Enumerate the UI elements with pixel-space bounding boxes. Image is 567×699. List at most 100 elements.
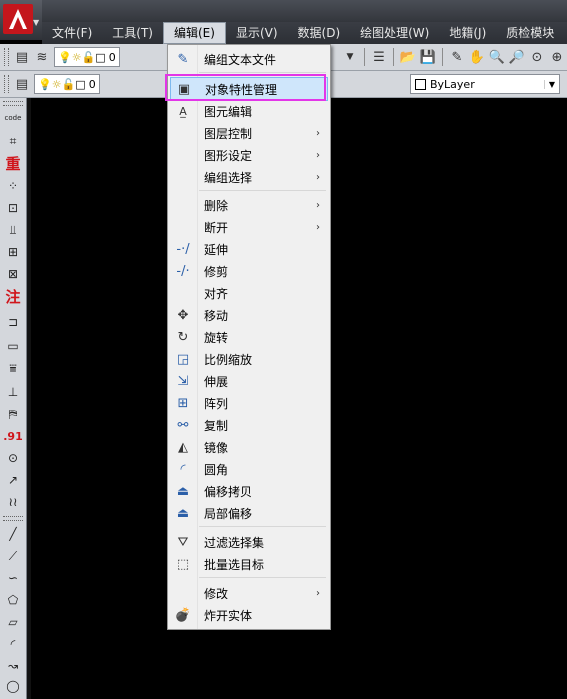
layer-manager-icon[interactable]: ▤ — [13, 75, 31, 93]
menu-file[interactable]: 文件(F) — [42, 23, 102, 43]
menu-item-partial-offset[interactable]: ⏏ 局部偏移 — [170, 502, 328, 524]
menu-item-drawing-settings[interactable]: 图形设定 › — [170, 144, 328, 166]
curve-icon[interactable]: ∽ — [2, 568, 24, 588]
zoom-window-icon[interactable]: 🔎 — [508, 48, 526, 66]
color-control-dropdown[interactable]: ByLayer ▼ — [410, 74, 560, 94]
stretch-icon: ⇲ — [177, 373, 189, 389]
menu-item-stretch[interactable]: ⇲ 伸展 — [170, 370, 328, 392]
flag-icon[interactable]: ⛿ — [2, 404, 24, 424]
wave-icon[interactable]: ≀≀ — [2, 492, 24, 512]
application-menu-button[interactable]: ▼ — [0, 0, 43, 40]
app-logo-icon — [3, 4, 33, 34]
menu-item-rotate[interactable]: ↻ 旋转 — [170, 326, 328, 348]
layer-control-1[interactable]: 💡 ☼ 🔓 □ 0 — [54, 47, 120, 67]
menu-item-explode[interactable]: 💣 炸开实体 — [170, 604, 328, 626]
menu-item-extend[interactable]: -·/ 延伸 — [170, 238, 328, 260]
dropdown-arrow-icon[interactable]: ▼ — [341, 48, 359, 66]
menu-item-mirror[interactable]: ◭ 镜像 — [170, 436, 328, 458]
toolbar-grip[interactable] — [3, 516, 23, 521]
zoom-extents-icon[interactable]: ⊕ — [548, 48, 566, 66]
menu-tools[interactable]: 工具(T) — [102, 23, 163, 43]
filter-icon: ⛛ — [177, 534, 189, 550]
layer-lock-icon: 🔓 — [81, 50, 96, 64]
offset-icon: ⏏ — [176, 483, 190, 499]
menu-item-batch-select[interactable]: ⬚ 批量选目标 — [170, 553, 328, 575]
open-icon[interactable]: 📂 — [399, 48, 417, 66]
menu-item-move[interactable]: ✥ 移动 — [170, 304, 328, 326]
comb-icon[interactable]: ⊥ — [2, 382, 24, 402]
menu-drawing[interactable]: 绘图处理(W) — [350, 23, 439, 43]
partial-offset-icon: ⏏ — [176, 505, 190, 521]
menu-cadastre[interactable]: 地籍(J) — [439, 23, 496, 43]
menu-item-offset-copy[interactable]: ⏏ 偏移拷贝 — [170, 480, 328, 502]
rectangle-icon[interactable]: ▭ — [2, 336, 24, 356]
batch-select-icon: ⬚ — [176, 556, 190, 572]
menu-data[interactable]: 数据(D) — [288, 23, 351, 43]
menu-quality[interactable]: 质检模块 — [496, 23, 564, 43]
menu-view[interactable]: 显示(V) — [226, 23, 288, 43]
chevron-right-icon: › — [316, 199, 320, 211]
spline-icon[interactable]: ↝ — [2, 656, 24, 676]
tag-icon[interactable]: ⌗ — [2, 131, 24, 151]
diagonal-arrow-icon[interactable]: ↗ — [2, 470, 24, 490]
array-icon: ⊞ — [177, 395, 189, 411]
camera-icon[interactable]: ⊡ — [2, 198, 24, 218]
hatch-tool-icon[interactable]: ⊠ — [2, 264, 24, 284]
layer-manager-icon[interactable]: ▤ — [13, 48, 31, 66]
menu-item-align[interactable]: 对齐 — [170, 282, 328, 304]
drawing-tool-icon[interactable]: ⊞ — [2, 242, 24, 262]
line-icon[interactable]: ╱ — [2, 524, 24, 544]
menu-item-break[interactable]: 断开 › — [170, 216, 328, 238]
menu-item-modify[interactable]: 修改 › — [170, 582, 328, 604]
save-icon[interactable]: 💾 — [419, 48, 437, 66]
menu-item-scale[interactable]: ◲ 比例缩放 — [170, 348, 328, 370]
annotate-button[interactable]: 注 — [2, 286, 24, 306]
toolbar-grip[interactable] — [3, 101, 23, 106]
menu-item-fillet[interactable]: ◜ 圆角 — [170, 458, 328, 480]
menu-item-layer-control[interactable]: 图层控制 › — [170, 122, 328, 144]
menu-separator — [199, 190, 326, 191]
layer-lock-icon: 🔓 — [61, 77, 76, 91]
menu-item-object-properties[interactable]: ▣ 对象特性管理 — [170, 77, 328, 101]
menu-item-trim[interactable]: -/· 修剪 — [170, 260, 328, 282]
zoom-realtime-icon[interactable]: 🔍 — [488, 48, 506, 66]
menu-separator — [199, 72, 326, 73]
fence-icon[interactable]: ⫫ — [2, 220, 24, 240]
edit-menu-dropdown: ✎ 编组文本文件 ▣ 对象特性管理 A̲ 图元编辑 图层控制 › 图形设定 › … — [167, 44, 331, 630]
layer-color-icon: □ — [95, 50, 106, 64]
code-query-button[interactable]: code — [2, 108, 24, 128]
polyline-icon[interactable]: ⟋ — [2, 546, 24, 566]
circle-icon[interactable]: ◯ — [2, 676, 24, 696]
lineweight-icon[interactable]: ☰ — [370, 48, 388, 66]
menu-item-edit-text-file[interactable]: ✎ 编组文本文件 — [170, 48, 328, 70]
dots-icon[interactable]: ⁘ — [2, 176, 24, 196]
menu-edit[interactable]: 编辑(E) — [162, 22, 226, 44]
layer-color-icon: □ — [75, 77, 86, 91]
layer-control-2[interactable]: 💡 ☼ 🔓 □ 0 — [34, 74, 100, 94]
elevation-button[interactable]: .91 — [2, 426, 24, 446]
repeat-button[interactable]: 重 — [2, 153, 24, 173]
menu-item-copy[interactable]: ⚯ 复制 — [170, 414, 328, 436]
rectangle-draw-icon[interactable]: ▱ — [2, 612, 24, 632]
menu-item-delete[interactable]: 删除 › — [170, 194, 328, 216]
polygon-icon[interactable]: ⬠ — [2, 590, 24, 610]
extend-icon: -·/ — [176, 241, 190, 257]
menu-item-filter-selection[interactable]: ⛛ 过滤选择集 — [170, 531, 328, 553]
layer-name: 0 — [108, 50, 116, 64]
menu-item-array[interactable]: ⊞ 阵列 — [170, 392, 328, 414]
pan-icon[interactable]: ✋ — [468, 48, 486, 66]
pencil-icon[interactable]: ✎ — [448, 48, 466, 66]
rectangle-corner-icon[interactable]: ⊐ — [2, 312, 24, 332]
arc-icon[interactable]: ◜ — [2, 634, 24, 654]
toolbar-grip[interactable] — [4, 75, 9, 93]
menu-item-entity-edit[interactable]: A̲ 图元编辑 — [170, 100, 328, 122]
layer-states-icon[interactable]: ≋ — [33, 48, 51, 66]
zoom-previous-icon[interactable]: ⊙ — [528, 48, 546, 66]
ladder-icon[interactable]: ⩸ — [2, 358, 24, 378]
toolbar-grip[interactable] — [4, 48, 9, 66]
circle-point-icon[interactable]: ⊙ — [2, 448, 24, 468]
menu-item-group-select[interactable]: 编组选择 › — [170, 166, 328, 188]
mirror-icon: ◭ — [178, 439, 188, 455]
edit-text-icon: ✎ — [177, 51, 189, 67]
layer-on-icon: 💡 — [38, 77, 52, 91]
